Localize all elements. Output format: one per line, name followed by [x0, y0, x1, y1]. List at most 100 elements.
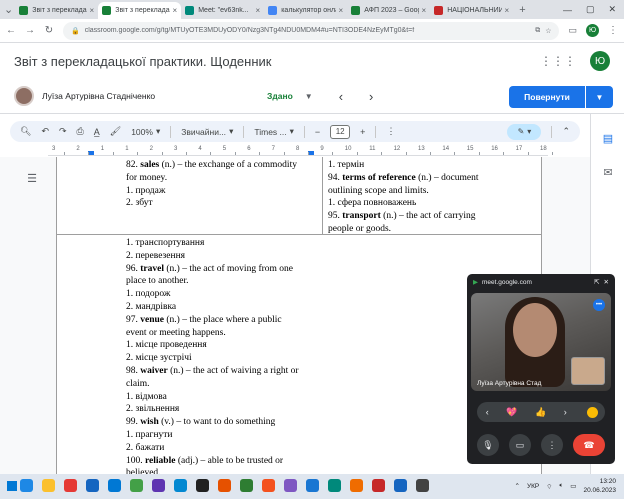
battery-icon[interactable]: ▭	[570, 482, 576, 490]
return-dropdown-icon[interactable]: ▼	[586, 86, 613, 108]
browser-profile-avatar[interactable]: Ю	[586, 24, 599, 37]
print-icon[interactable]: ⎙	[77, 126, 84, 137]
taskbar-app-icon[interactable]	[130, 479, 143, 492]
chevron-down-icon: ▾	[155, 126, 161, 136]
close-window-icon[interactable]: ✕	[608, 4, 616, 15]
increase-font-icon[interactable]: +	[360, 127, 365, 137]
wifi-icon[interactable]: ⌔	[546, 482, 552, 491]
extensions-icon[interactable]: ⧉	[535, 27, 540, 35]
clock[interactable]: 13:20 20.06.2023	[583, 477, 616, 495]
tab-close-icon[interactable]: ×	[422, 6, 427, 15]
url-field[interactable]: 🔒 classroom.google.com/g/tg/MTUyOTE3MDUy…	[63, 21, 560, 40]
more-call-options-icon[interactable]: ⋮	[541, 434, 563, 456]
participant-face	[513, 303, 557, 357]
table-cell[interactable]: 82. sales (n.) – the exchange of a commo…	[126, 159, 316, 210]
browser-tab[interactable]: Звіт з перекладацької×	[15, 2, 98, 19]
taskbar-app-icon[interactable]	[196, 479, 209, 492]
comment-icon[interactable]: ✉	[601, 166, 615, 180]
reaction-item[interactable]: 💖	[506, 407, 517, 418]
taskbar-app-icon[interactable]	[174, 479, 187, 492]
status-dropdown-icon[interactable]: ▼	[305, 92, 313, 101]
spellcheck-icon[interactable]: A̲	[94, 127, 100, 137]
toolbar-divider	[303, 125, 305, 138]
taskbar-app-icon[interactable]	[64, 479, 77, 492]
tab-close-icon[interactable]: ×	[256, 6, 261, 15]
search-icon[interactable]: 🔍︎	[20, 126, 31, 137]
maximize-icon[interactable]: ▢	[586, 4, 595, 15]
prev-student-icon[interactable]: ‹	[339, 89, 343, 104]
tab-close-icon[interactable]: ×	[339, 6, 344, 15]
font-size-input[interactable]: 12	[330, 124, 351, 139]
taskbar-app-icon[interactable]	[86, 479, 99, 492]
taskbar-app-icon[interactable]	[372, 479, 385, 492]
tab-close-icon[interactable]: ×	[173, 6, 178, 15]
reaction-item[interactable]: ‹	[486, 407, 489, 417]
table-cell[interactable]: 1. термін 94. terms of reference (n.) – d…	[328, 159, 528, 236]
style-select[interactable]: Звичайни... ▾	[181, 126, 233, 137]
tab-close-icon[interactable]: ×	[505, 6, 510, 15]
decrease-font-icon[interactable]: −	[315, 127, 320, 137]
browser-menu-icon[interactable]: ⋮	[608, 25, 618, 36]
forward-icon[interactable]: →	[25, 25, 35, 36]
paint-format-icon[interactable]: 🖌︎	[110, 126, 121, 137]
document-outline-icon[interactable]: ☰	[24, 172, 40, 186]
windows-start-icon[interactable]	[7, 481, 17, 491]
collapse-toolbar-icon[interactable]: ⌃	[562, 126, 570, 137]
apps-grid-icon[interactable]: ⋮⋮⋮	[540, 54, 576, 68]
taskbar-app-icon[interactable]	[108, 479, 121, 492]
taskbar-app-icon[interactable]	[284, 479, 297, 492]
end-call-icon[interactable]: ☎	[573, 434, 605, 456]
entry-term: venue	[140, 314, 164, 325]
tray-overflow-icon[interactable]: ⌃	[515, 482, 520, 490]
taskbar-app-icon[interactable]	[152, 479, 165, 492]
return-button[interactable]: Повернути	[509, 86, 585, 108]
tab-search-icon[interactable]: ⌄	[4, 3, 13, 16]
more-options-icon[interactable]: ⋮	[386, 126, 395, 137]
taskbar-app-icon[interactable]	[262, 479, 275, 492]
taskbar-app-icon[interactable]	[20, 479, 33, 492]
window-controls: — ▢ ✕	[563, 0, 624, 19]
microphone-icon[interactable]: 🎙︎	[477, 434, 499, 456]
new-tab-icon[interactable]: +	[519, 4, 525, 16]
table-cell[interactable]: 1. транспортування 2. перевезення 96. trav…	[126, 237, 316, 474]
browser-tab[interactable]: АФП 2023 – Goog... ×	[347, 2, 430, 19]
reaction-item[interactable]: ›	[564, 407, 567, 417]
reaction-item[interactable]: 👍	[535, 407, 546, 418]
entry-number: 82.	[126, 160, 138, 170]
entry-definition: (n.) – the place where a public	[166, 314, 282, 325]
taskbar-app-icon[interactable]	[328, 479, 341, 492]
browser-tab[interactable]: НАЦІОНАЛЬНИЙ ×	[430, 2, 513, 19]
back-icon[interactable]: ←	[6, 25, 16, 36]
document-details-icon[interactable]: ▤	[601, 132, 615, 146]
taskbar-app-icon[interactable]	[42, 479, 55, 492]
browser-tab[interactable]: Meet: "ev63nk... ×	[181, 2, 264, 19]
bookmark-icon[interactable]: ☆	[545, 27, 551, 35]
more-reactions-icon[interactable]	[587, 407, 598, 418]
redo-icon[interactable]: ↷	[59, 126, 67, 137]
entry-definition: (n.) – the act of waiving a right or	[170, 365, 299, 376]
browser-tab[interactable]: Звіт з перекладацької×	[98, 2, 182, 19]
tray-language[interactable]: УКР	[527, 483, 539, 490]
taskbar-app-icon[interactable]	[350, 479, 363, 492]
editing-mode-button[interactable]: ✎ ▾	[507, 123, 542, 140]
reload-icon[interactable]: ↻	[44, 25, 54, 36]
sidebar-toggle-icon[interactable]: ▭	[568, 25, 577, 36]
taskbar-app-icon[interactable]	[394, 479, 407, 492]
taskbar-app-icon[interactable]	[306, 479, 319, 492]
volume-icon[interactable]: 🔈︎	[559, 482, 563, 490]
taskbar-app-icon[interactable]	[218, 479, 231, 492]
back-to-tab-icon[interactable]: ⇱	[594, 278, 599, 286]
zoom-select[interactable]: 100% ▾	[131, 126, 160, 137]
tab-label: Meet: "ev63nk...	[198, 7, 249, 14]
user-avatar[interactable]: Ю	[590, 51, 610, 71]
pip-close-icon[interactable]: ✕	[604, 278, 609, 286]
taskbar-app-icon[interactable]	[416, 479, 429, 492]
undo-icon[interactable]: ↶	[41, 126, 49, 137]
camera-icon[interactable]: ▭	[509, 434, 531, 456]
next-student-icon[interactable]: ›	[369, 89, 373, 104]
browser-tab[interactable]: калькулятор онла...×	[264, 2, 347, 19]
font-select[interactable]: Times ... ▾	[254, 126, 294, 137]
minimize-icon[interactable]: —	[563, 5, 572, 15]
tab-close-icon[interactable]: ×	[90, 6, 95, 15]
taskbar-app-icon[interactable]	[240, 479, 253, 492]
